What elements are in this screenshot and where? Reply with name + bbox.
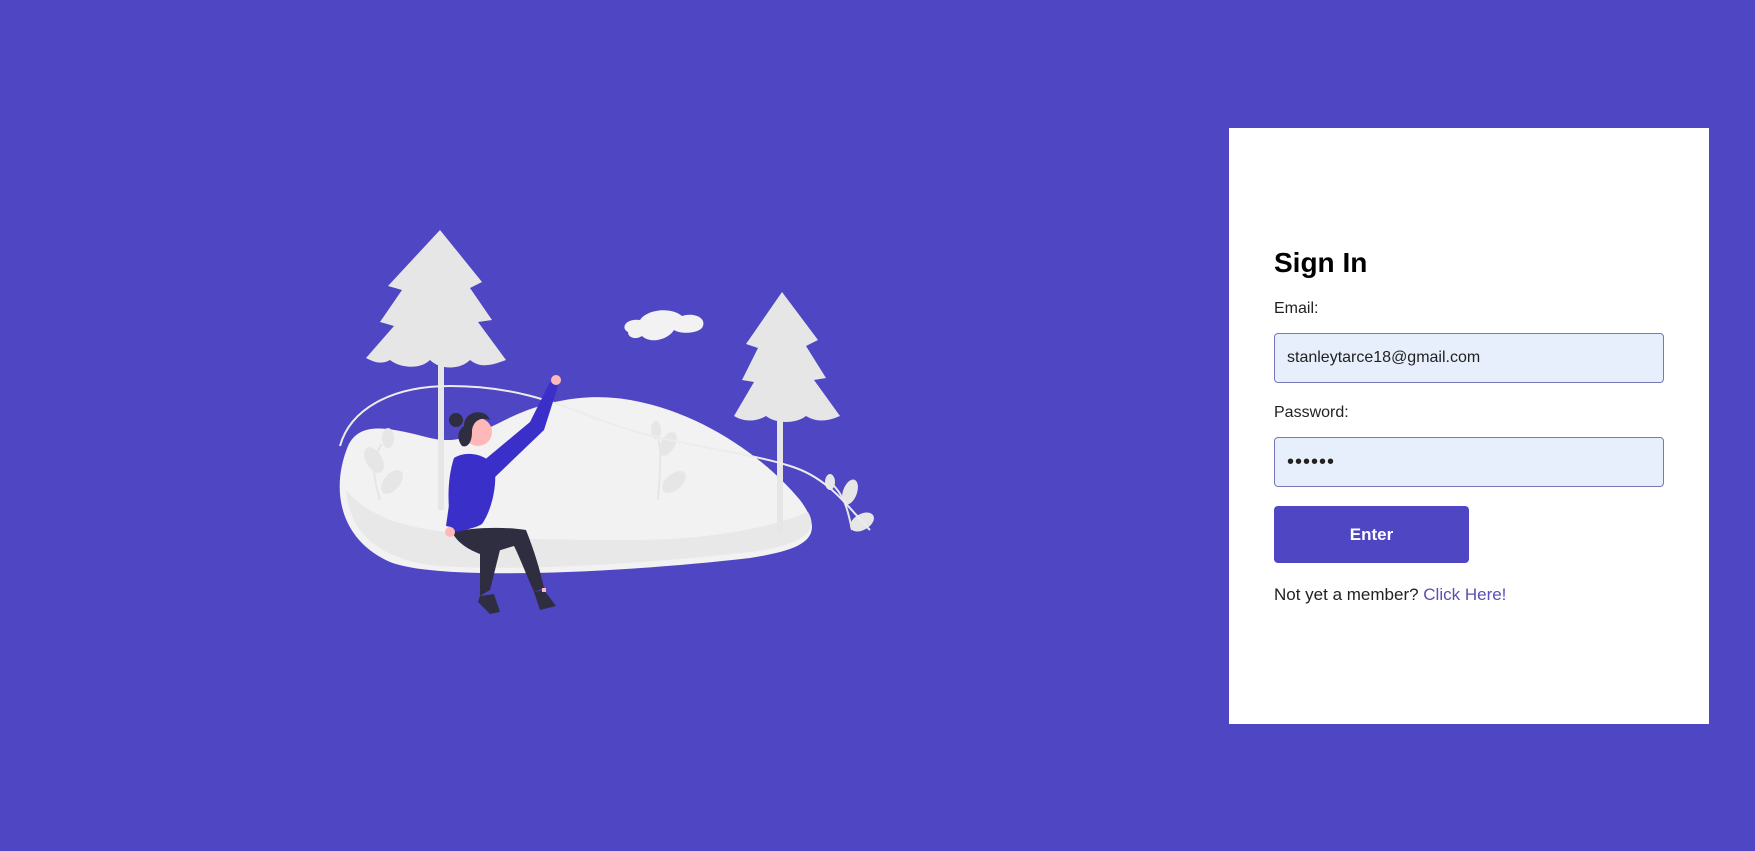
password-label: Password: [1274,404,1349,421]
email-field[interactable] [1274,333,1664,383]
landscape-person-icon [339,230,874,614]
password-field[interactable] [1274,437,1664,487]
signup-link[interactable]: Click Here! [1423,585,1506,604]
landscape-illustration [330,210,910,640]
signin-card: Sign In Email: Password: Enter Not yet a… [1229,128,1709,724]
enter-button[interactable]: Enter [1274,506,1469,563]
signin-form: Sign In Email: Password: Enter Not yet a… [1274,246,1664,606]
cloud-shape [624,310,704,341]
email-label: Email: [1274,300,1319,317]
signup-prompt-line: Not yet a member? Click Here! [1274,584,1664,606]
page-background: Sign In Email: Password: Enter Not yet a… [0,0,1755,851]
plant-right [825,474,874,532]
signup-prompt-text: Not yet a member? [1274,585,1424,604]
page-title: Sign In [1274,247,1368,278]
